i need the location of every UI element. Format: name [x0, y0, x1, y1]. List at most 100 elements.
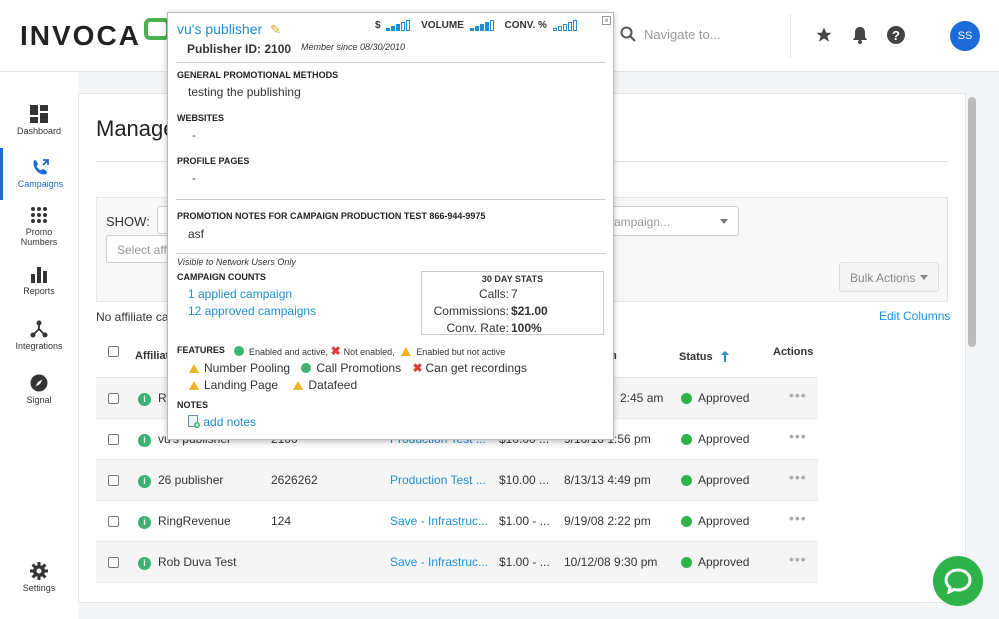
signal-bar	[562, 24, 567, 31]
sidebar-item-signal[interactable]: Signal	[0, 374, 78, 405]
status-approved-dot	[681, 393, 692, 404]
help-icon[interactable]: ?	[885, 24, 907, 46]
date-cell: 2:45 am	[620, 391, 664, 405]
col-header-affiliate[interactable]: Affiliat	[135, 350, 169, 362]
approved-campaigns-link[interactable]: 12 approved campaigns	[188, 304, 316, 318]
bell-icon[interactable]	[849, 24, 871, 46]
info-icon[interactable]: i	[138, 475, 151, 488]
campaign-link[interactable]: Production Test ...	[390, 473, 486, 487]
metric-dollar-bars	[386, 20, 411, 31]
signal-bar	[484, 22, 489, 31]
signal-bar	[572, 20, 577, 31]
table-row[interactable]: i Rob Duva Test Save - Infrastruc... $1.…	[96, 542, 818, 583]
edit-pencil-icon[interactable]: ✎	[270, 22, 281, 37]
payout-cell: $10.00 ...	[499, 473, 550, 487]
status-cell: Approved	[698, 514, 750, 528]
date-cell: 10/12/08 9:30 pm	[564, 555, 658, 569]
chat-icon	[944, 568, 972, 594]
payout-cell: $1.00 - ...	[499, 555, 550, 569]
info-icon[interactable]: i	[138, 516, 151, 529]
status-cell: Approved	[698, 391, 750, 405]
table-row[interactable]: i 26 publisher 2626262 Production Test .…	[96, 460, 818, 501]
row-actions-menu[interactable]: •••	[789, 428, 807, 444]
conv-rate-label: Conv. Rate:	[446, 321, 509, 335]
features-title: FEATURES	[177, 345, 225, 355]
sidebar-item-settings[interactable]: Settings	[0, 562, 78, 593]
features-legend: Enabled and active, ✖ Not enabled, Enable…	[234, 344, 505, 358]
thirty-day-stats: 30 DAY STATS Calls: 7 Commissions: $21.0…	[421, 271, 604, 335]
scrollbar-thumb[interactable]	[968, 97, 976, 347]
page-scrollbar[interactable]	[967, 95, 977, 603]
integrations-icon	[0, 320, 78, 338]
row-checkbox[interactable]	[108, 516, 119, 527]
campaign-link[interactable]: Save - Infrastruc...	[390, 514, 488, 528]
row-checkbox[interactable]	[108, 434, 119, 445]
logo-bubble-icon	[143, 18, 170, 40]
user-avatar[interactable]: SS	[950, 21, 980, 51]
metric-conv-label: CONV. %	[504, 20, 547, 32]
star-icon[interactable]	[813, 24, 835, 46]
row-actions-menu[interactable]: •••	[789, 469, 807, 485]
signal-icon	[0, 374, 78, 392]
row-checkbox[interactable]	[108, 393, 119, 404]
feature-landing-page: Landing Page	[204, 378, 279, 392]
signal-bar	[386, 28, 391, 31]
sidebar-item-campaigns[interactable]: Campaigns	[0, 148, 78, 200]
features-row-2: Landing Page Datafeed	[189, 378, 357, 392]
sidebar-item-reports[interactable]: Reports	[0, 267, 78, 296]
chat-button[interactable]	[933, 556, 983, 606]
metric-volume-bars	[469, 20, 494, 31]
row-actions-menu[interactable]: •••	[789, 510, 807, 526]
sidebar-item-dashboard[interactable]: Dashboard	[0, 105, 78, 136]
signal-bar	[406, 20, 411, 31]
info-icon[interactable]: i	[138, 434, 151, 447]
conv-rate-value: 100%	[511, 321, 542, 335]
select-all-checkbox[interactable]	[108, 346, 119, 357]
publisher-name-link[interactable]: vu's publisher	[177, 21, 262, 37]
row-actions-menu[interactable]: •••	[789, 387, 807, 403]
table-row[interactable]: i RingRevenue 124 Save - Infrastruc... $…	[96, 501, 818, 542]
general-promo-value: testing the publishing	[188, 85, 301, 99]
row-actions-menu[interactable]: •••	[789, 551, 807, 567]
campaigns-icon	[3, 158, 78, 176]
websites-title: WEBSITES	[177, 113, 225, 123]
publisher-name-row: vu's publisher ✎	[177, 21, 281, 38]
metric-dollar-label: $	[375, 20, 381, 32]
edit-columns-link[interactable]: Edit Columns	[879, 309, 950, 323]
check-icon	[234, 346, 244, 356]
info-icon[interactable]: i	[138, 557, 151, 570]
close-icon[interactable]: ×	[602, 16, 611, 25]
reports-icon	[0, 267, 78, 283]
applied-campaign-link[interactable]: 1 applied campaign	[188, 287, 292, 301]
sort-arrow-up-icon	[720, 351, 729, 362]
bulk-actions-dropdown[interactable]: Bulk Actions	[839, 262, 939, 292]
calls-value: 7	[511, 287, 518, 301]
divider	[176, 199, 606, 200]
promo-numbers-icon	[0, 206, 78, 224]
feature-call-promotions: Call Promotions	[316, 361, 402, 375]
invoca-logo[interactable]: INVOCA	[20, 18, 170, 52]
row-checkbox[interactable]	[108, 475, 119, 486]
campaign-link[interactable]: Save - Infrastruc...	[390, 555, 488, 569]
signal-bar	[567, 22, 572, 31]
navigate-search[interactable]: Navigate to...	[620, 26, 721, 42]
payout-cell: $1.00 - ...	[499, 514, 550, 528]
info-icon[interactable]: i	[138, 393, 151, 406]
add-notes-link[interactable]: add notes	[188, 415, 256, 429]
affiliate-name: Rob Duva Test	[158, 555, 237, 569]
sidebar-item-integrations[interactable]: Integrations	[0, 320, 78, 351]
col-header-status[interactable]: Status	[679, 350, 730, 363]
affiliate-id: 124	[271, 514, 292, 528]
topbar-divider	[790, 14, 791, 58]
signal-bar	[552, 28, 557, 31]
calls-label: Calls:	[478, 287, 509, 301]
row-checkbox[interactable]	[108, 557, 119, 568]
sidebar-item-promo-numbers[interactable]: Promo Numbers	[0, 206, 78, 247]
signal-bar	[391, 26, 396, 31]
visible-note: Visible to Network Users Only	[177, 257, 296, 267]
affiliate-name: RingRevenue	[158, 514, 231, 528]
warning-icon	[293, 381, 304, 390]
feature-number-pooling: Number Pooling	[204, 361, 291, 375]
status-approved-dot	[681, 434, 692, 445]
svg-text:?: ?	[892, 28, 900, 43]
